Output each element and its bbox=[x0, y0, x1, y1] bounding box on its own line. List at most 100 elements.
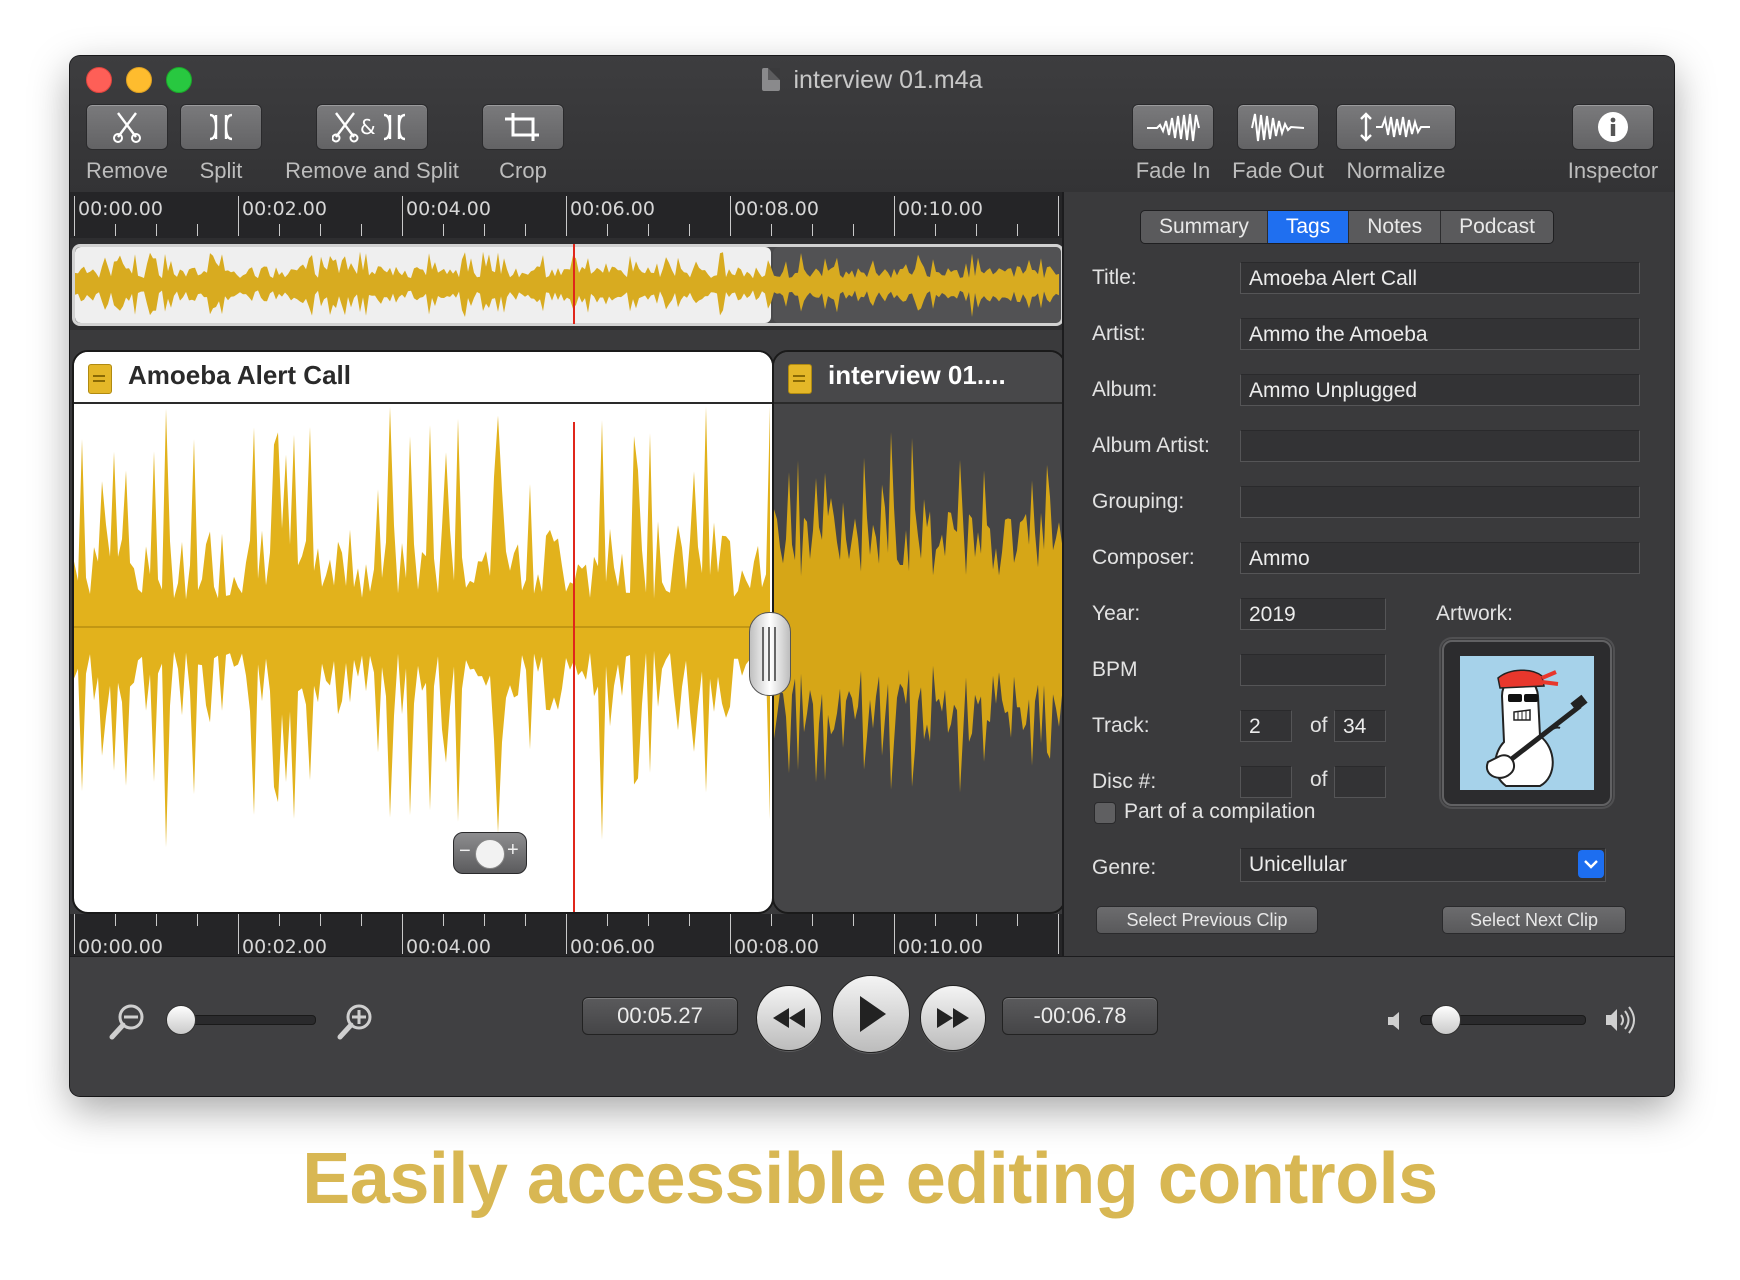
track-label: Track: bbox=[1092, 714, 1150, 737]
timeline-ruler-top[interactable]: 00:00.00 00:02.00 00:04.00 00:06.00 00:0… bbox=[70, 192, 1062, 238]
document-icon bbox=[761, 68, 780, 91]
normalize-label: Normalize bbox=[1346, 158, 1446, 183]
album-artist-field[interactable] bbox=[1240, 430, 1640, 462]
disc-label: Disc #: bbox=[1092, 770, 1157, 793]
track-number-field[interactable]: 2 bbox=[1240, 710, 1292, 742]
inspector-tool[interactable]: Inspector bbox=[1558, 104, 1668, 184]
tab-podcast[interactable]: Podcast bbox=[1441, 211, 1553, 243]
gain-dial-icon[interactable] bbox=[475, 839, 505, 869]
ruler-minor-tick bbox=[279, 914, 280, 926]
select-next-clip-button[interactable]: Select Next Clip bbox=[1442, 906, 1626, 934]
play-icon bbox=[860, 996, 886, 1032]
fast-forward-button[interactable] bbox=[920, 985, 986, 1051]
ruler-minor-tick bbox=[935, 224, 936, 236]
genre-dropdown-button[interactable] bbox=[1578, 850, 1604, 878]
clip-volume-knob[interactable]: − + bbox=[453, 832, 527, 874]
tab-notes[interactable]: Notes bbox=[1349, 211, 1442, 243]
clip-interview-01[interactable]: interview 01.... bbox=[772, 350, 1066, 914]
ruler-major-tick bbox=[74, 196, 75, 236]
ruler-top-label-4: 00:08.00 bbox=[734, 198, 819, 220]
zoom-out-icon[interactable] bbox=[108, 1001, 148, 1041]
transport-bar: 00:05.27 -00:06.78 bbox=[70, 956, 1674, 1096]
artist-label: Artist: bbox=[1092, 322, 1146, 345]
crop-button[interactable] bbox=[482, 104, 564, 150]
clip-1-waveform bbox=[74, 406, 772, 848]
remove-and-split-button[interactable]: & bbox=[316, 104, 428, 150]
split-button[interactable] bbox=[180, 104, 262, 150]
rewind-button[interactable] bbox=[756, 985, 822, 1051]
overview-playhead bbox=[573, 244, 575, 324]
grouping-field[interactable] bbox=[1240, 486, 1640, 518]
volume-slider-thumb[interactable] bbox=[1430, 1005, 1461, 1035]
playhead[interactable] bbox=[573, 422, 575, 912]
genre-combobox[interactable]: Unicellular bbox=[1240, 848, 1606, 882]
ruler-minor-tick bbox=[607, 224, 608, 236]
clip-2-waveform bbox=[774, 432, 1062, 793]
ruler-minor-tick bbox=[115, 224, 116, 236]
remove-and-split-tool[interactable]: & Remove and Split bbox=[284, 104, 460, 184]
clip-1-header[interactable]: Amoeba Alert Call bbox=[74, 352, 772, 404]
window-title-text: interview 01.m4a bbox=[793, 66, 983, 94]
compilation-checkbox[interactable] bbox=[1094, 802, 1116, 824]
ruler-minor-tick bbox=[361, 914, 362, 926]
album-artist-label: Album Artist: bbox=[1092, 434, 1210, 457]
disc-total-field[interactable] bbox=[1334, 766, 1386, 798]
remove-tool[interactable]: Remove bbox=[86, 104, 168, 184]
disc-number-field[interactable] bbox=[1240, 766, 1292, 798]
clip-boundary-handle[interactable] bbox=[749, 612, 791, 696]
timeline-ruler-bottom[interactable]: 00:00.00 00:02.00 00:04.00 00:06.00 00:0… bbox=[70, 914, 1062, 958]
volume-low-icon bbox=[1388, 1012, 1399, 1030]
crop-tool[interactable]: Crop bbox=[482, 104, 564, 184]
ruler-minor-tick bbox=[443, 914, 444, 926]
ruler-major-tick bbox=[402, 196, 403, 236]
rewind-icon bbox=[773, 1008, 805, 1028]
artist-field[interactable]: Ammo the Amoeba bbox=[1240, 318, 1640, 350]
bpm-field[interactable] bbox=[1240, 654, 1386, 686]
ruler-major-tick bbox=[74, 914, 75, 954]
title-field[interactable]: Amoeba Alert Call bbox=[1240, 262, 1640, 294]
album-field[interactable]: Ammo Unplugged bbox=[1240, 374, 1640, 406]
normalize-tool[interactable]: Normalize bbox=[1334, 104, 1458, 184]
clip-2-header[interactable]: interview 01.... bbox=[774, 352, 1064, 404]
album-label: Album: bbox=[1092, 378, 1158, 401]
ruler-bottom-label-3: 00:06.00 bbox=[570, 936, 655, 958]
split-tool[interactable]: Split bbox=[180, 104, 262, 184]
ruler-minor-tick bbox=[484, 224, 485, 236]
overview-frame[interactable] bbox=[72, 244, 1064, 326]
crop-icon bbox=[505, 113, 539, 141]
waveform-overview[interactable] bbox=[70, 238, 1064, 330]
ruler-major-tick bbox=[238, 196, 239, 236]
zoom-slider-thumb[interactable] bbox=[166, 1005, 196, 1035]
year-field[interactable]: 2019 bbox=[1240, 598, 1386, 630]
ruler-major-tick bbox=[566, 196, 567, 236]
select-previous-clip-button[interactable]: Select Previous Clip bbox=[1096, 906, 1318, 934]
play-button[interactable] bbox=[832, 975, 910, 1053]
fade-in-button[interactable] bbox=[1132, 104, 1214, 150]
ruler-minor-tick bbox=[484, 914, 485, 926]
tab-tags[interactable]: Tags bbox=[1267, 211, 1350, 243]
ruler-minor-tick bbox=[279, 224, 280, 236]
inspector-tabs: Summary Tags Notes Podcast bbox=[1140, 210, 1554, 244]
artwork-well[interactable] bbox=[1442, 640, 1612, 806]
composer-field[interactable]: Ammo bbox=[1240, 542, 1640, 574]
ruler-minor-tick bbox=[935, 914, 936, 926]
clip-1-title: Amoeba Alert Call bbox=[128, 360, 351, 390]
marketing-caption: Easily accessible editing controls bbox=[302, 1139, 1438, 1219]
normalize-icon bbox=[1360, 112, 1430, 142]
tab-summary[interactable]: Summary bbox=[1141, 211, 1268, 243]
zoom-in-icon[interactable] bbox=[336, 1001, 376, 1041]
fade-out-tool[interactable]: Fade Out bbox=[1230, 104, 1326, 184]
ruler-minor-tick bbox=[853, 914, 854, 926]
ruler-minor-tick bbox=[648, 914, 649, 926]
track-total-field[interactable]: 34 bbox=[1334, 710, 1386, 742]
ruler-major-tick bbox=[1058, 196, 1059, 236]
fade-in-tool[interactable]: Fade In bbox=[1128, 104, 1218, 184]
fade-out-button[interactable] bbox=[1237, 104, 1319, 150]
ruler-minor-tick bbox=[525, 224, 526, 236]
normalize-button[interactable] bbox=[1336, 104, 1456, 150]
ruler-major-tick bbox=[238, 914, 239, 954]
split-label: Split bbox=[199, 158, 243, 183]
inspector-button[interactable] bbox=[1572, 104, 1654, 150]
clip-amoeba-alert-call[interactable]: Amoeba Alert Call bbox=[72, 350, 774, 914]
remove-button[interactable] bbox=[86, 104, 168, 150]
